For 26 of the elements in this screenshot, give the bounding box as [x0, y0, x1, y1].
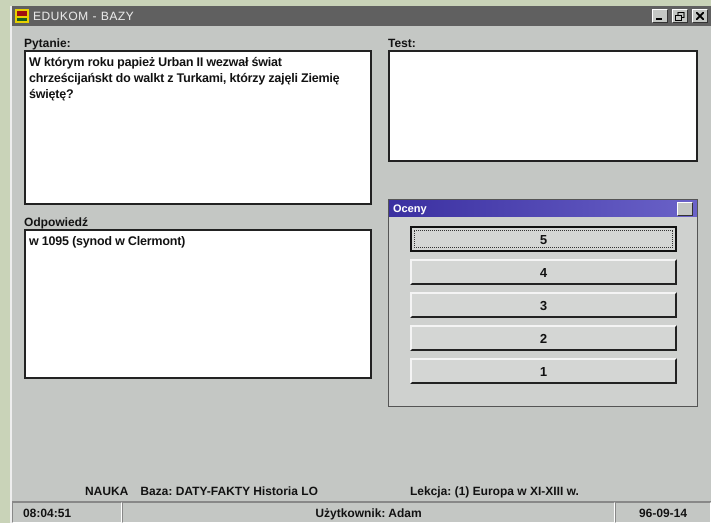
close-icon	[696, 12, 704, 20]
answer-field[interactable]: w 1095 (synod w Clermont)	[24, 229, 372, 379]
app-logo-icon	[15, 9, 29, 23]
question-label: Pytanie:	[24, 36, 72, 50]
grade-button[interactable]: 5	[410, 226, 677, 252]
window-title: EDUKOM - BAZY	[33, 9, 136, 23]
question-field[interactable]: W którym roku papież Urban II wezwał świat chrześcijańskt do walkt z Turkami, którzy zajęli Ziemię świętę?	[24, 50, 372, 205]
restore-button[interactable]	[672, 9, 688, 23]
dialog-title: Oceny	[393, 202, 428, 214]
dialog-menu-button[interactable]	[677, 202, 693, 216]
close-button[interactable]	[692, 9, 708, 23]
grade-button[interactable]: 3	[410, 292, 677, 318]
grade-button[interactable]: 1	[410, 358, 677, 384]
database-text: Baza: DATY-FAKTY Historia LO	[140, 484, 318, 498]
grade-button[interactable]: 2	[410, 325, 677, 351]
date-text: 96-09-14	[615, 502, 711, 523]
minimize-button[interactable]	[652, 9, 668, 23]
grade-button[interactable]: 4	[410, 259, 677, 285]
restore-icon	[675, 12, 685, 20]
lesson-text: Lekcja: (1) Europa w XI-XIII w.	[410, 484, 579, 498]
answer-label: Odpowiedź	[24, 215, 89, 229]
test-label: Test:	[388, 36, 417, 50]
test-field[interactable]	[388, 50, 698, 162]
mode-text: NAUKA	[85, 484, 128, 498]
user-text: Użytkownik: Adam	[122, 502, 615, 523]
time-text: 08:04:51	[12, 502, 122, 523]
